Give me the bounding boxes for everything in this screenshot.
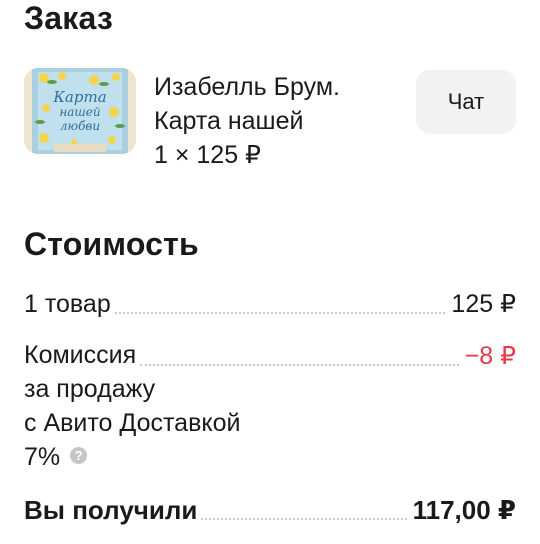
total-value: 117,00 ₽ [412, 495, 516, 525]
commission-percent: 7% [24, 443, 61, 471]
dotted-leader [201, 518, 407, 520]
dotted-leader [140, 364, 459, 366]
item-price: 1 × 125 ₽ [154, 141, 261, 169]
item-title-line1: Изабелль Брум. [154, 73, 340, 101]
chat-button[interactable]: Чат [416, 70, 516, 134]
order-item[interactable]: Карта нашей любви Изабелль Брум. Карта н… [24, 68, 516, 178]
svg-text:нашей: нашей [59, 105, 100, 119]
total-row: Вы получили 117,00 ₽ [24, 494, 516, 526]
items-label: 1 товар [24, 290, 111, 318]
dotted-leader [114, 312, 446, 314]
svg-text:Карта: Карта [52, 88, 106, 106]
help-icon[interactable]: ? [70, 446, 88, 464]
commission-row: Комиссия −8 ₽ за продажу с Авито Доставк… [24, 338, 516, 474]
total-label: Вы получили [24, 495, 198, 525]
svg-text:любви: любви [60, 119, 100, 133]
items-cost-row: 1 товар 125 ₽ [24, 288, 516, 320]
order-title: Заказ [24, 0, 113, 36]
commission-label-line3: с Авито Доставкой [24, 409, 241, 437]
item-title-line2: Карта нашей [154, 107, 304, 135]
commission-label-line1: Комиссия [24, 341, 137, 369]
commission-label-line2: за продажу [24, 375, 156, 403]
order-item-info[interactable]: Изабелль Брум. Карта нашей 1 × 125 ₽ [154, 70, 340, 172]
items-value: 125 ₽ [451, 290, 516, 318]
commission-value: −8 ₽ [464, 342, 516, 370]
book-cover-icon[interactable]: Карта нашей любви [24, 68, 136, 154]
cost-title: Стоимость [24, 226, 199, 262]
